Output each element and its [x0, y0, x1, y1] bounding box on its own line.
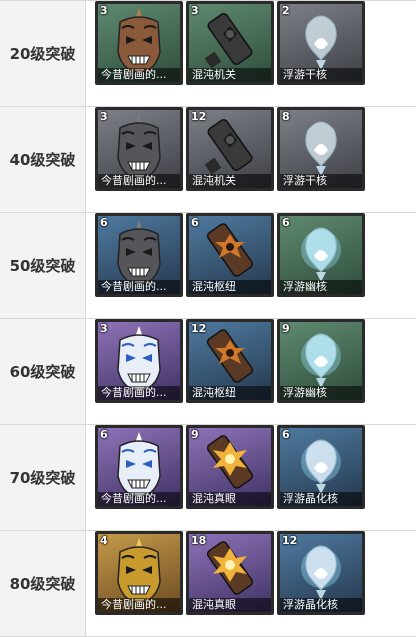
material-name: 今昔剧画的...: [98, 68, 180, 82]
material-count: 12: [191, 322, 207, 335]
ascension-level-label: 70级突破: [9, 469, 76, 487]
material-count: 3: [191, 4, 199, 17]
material-item[interactable]: 3 混沌机关: [186, 1, 274, 85]
material-name: 今昔剧画的...: [98, 598, 180, 612]
material-item[interactable]: 4 今昔剧画的...: [95, 531, 183, 615]
material-count: 3: [100, 110, 108, 123]
material-count: 4: [100, 534, 108, 547]
material-item[interactable]: 12 混沌枢纽: [186, 319, 274, 403]
ascension-level-label: 40级突破: [9, 151, 76, 169]
material-name: 浮游干核: [280, 174, 362, 188]
material-item[interactable]: 6 今昔剧画的...: [95, 213, 183, 297]
ascension-row: 70级突破 6 今昔剧画的... 9 混沌真眼 6 浮游晶化核: [0, 425, 416, 531]
material-item[interactable]: 9 混沌真眼: [186, 425, 274, 509]
material-item[interactable]: 8 浮游干核: [277, 107, 365, 191]
material-count: 8: [282, 110, 290, 123]
material-count: 12: [282, 534, 298, 547]
ascension-level-label: 80级突破: [9, 575, 76, 593]
material-item[interactable]: 6 浮游晶化核: [277, 425, 365, 509]
material-name: 今昔剧画的...: [98, 386, 180, 400]
ascension-row: 80级突破 4 今昔剧画的... 18 混沌真眼 12 浮游晶化核: [0, 531, 416, 637]
ascension-row: 20级突破 3 今昔剧画的... 3 混沌机关 2 浮游干核: [0, 1, 416, 107]
material-name: 浮游幽核: [280, 386, 362, 400]
material-name: 今昔剧画的...: [98, 492, 180, 506]
material-item[interactable]: 18 混沌真眼: [186, 531, 274, 615]
material-name: 混沌真眼: [189, 598, 271, 612]
ascension-level-cell: 80级突破: [0, 531, 86, 636]
material-count: 6: [191, 216, 199, 229]
material-item[interactable]: 6 浮游幽核: [277, 213, 365, 297]
ascension-row: 40级突破 3 今昔剧画的... 12 混沌机关 8 浮游干核: [0, 107, 416, 213]
material-name: 浮游幽核: [280, 280, 362, 294]
material-count: 6: [100, 428, 108, 441]
material-name: 浮游干核: [280, 68, 362, 82]
material-item[interactable]: 12 混沌机关: [186, 107, 274, 191]
material-item[interactable]: 3 今昔剧画的...: [95, 319, 183, 403]
material-item[interactable]: 2 浮游干核: [277, 1, 365, 85]
ascension-level-cell: 70级突破: [0, 425, 86, 530]
ascension-level-cell: 50级突破: [0, 213, 86, 318]
material-name: 混沌机关: [189, 174, 271, 188]
material-count: 2: [282, 4, 290, 17]
material-count: 6: [282, 216, 290, 229]
material-item[interactable]: 12 浮游晶化核: [277, 531, 365, 615]
material-name: 混沌机关: [189, 68, 271, 82]
material-name: 混沌枢纽: [189, 280, 271, 294]
ascension-materials-table: 20级突破 3 今昔剧画的... 3 混沌机关 2 浮游干核 40级突破 3 今…: [0, 0, 416, 637]
material-count: 3: [100, 4, 108, 17]
material-name: 混沌真眼: [189, 492, 271, 506]
material-item[interactable]: 3 今昔剧画的...: [95, 1, 183, 85]
material-count: 18: [191, 534, 207, 547]
material-count: 6: [282, 428, 290, 441]
material-item[interactable]: 3 今昔剧画的...: [95, 107, 183, 191]
material-name: 浮游晶化核: [280, 598, 362, 612]
material-name: 今昔剧画的...: [98, 280, 180, 294]
material-count: 9: [191, 428, 199, 441]
material-count: 9: [282, 322, 290, 335]
ascension-row: 50级突破 6 今昔剧画的... 6 混沌枢纽 6 浮游幽核: [0, 213, 416, 319]
ascension-level-cell: 60级突破: [0, 319, 86, 424]
ascension-level-label: 60级突破: [9, 363, 76, 381]
material-name: 今昔剧画的...: [98, 174, 180, 188]
material-count: 6: [100, 216, 108, 229]
material-name: 混沌枢纽: [189, 386, 271, 400]
ascension-level-label: 20级突破: [9, 45, 76, 63]
ascension-row: 60级突破 3 今昔剧画的... 12 混沌枢纽 9 浮游幽核: [0, 319, 416, 425]
material-item[interactable]: 6 混沌枢纽: [186, 213, 274, 297]
ascension-level-cell: 40级突破: [0, 107, 86, 212]
material-item[interactable]: 9 浮游幽核: [277, 319, 365, 403]
material-name: 浮游晶化核: [280, 492, 362, 506]
material-item[interactable]: 6 今昔剧画的...: [95, 425, 183, 509]
ascension-level-cell: 20级突破: [0, 1, 86, 106]
material-count: 12: [191, 110, 207, 123]
material-count: 3: [100, 322, 108, 335]
ascension-level-label: 50级突破: [9, 257, 76, 275]
